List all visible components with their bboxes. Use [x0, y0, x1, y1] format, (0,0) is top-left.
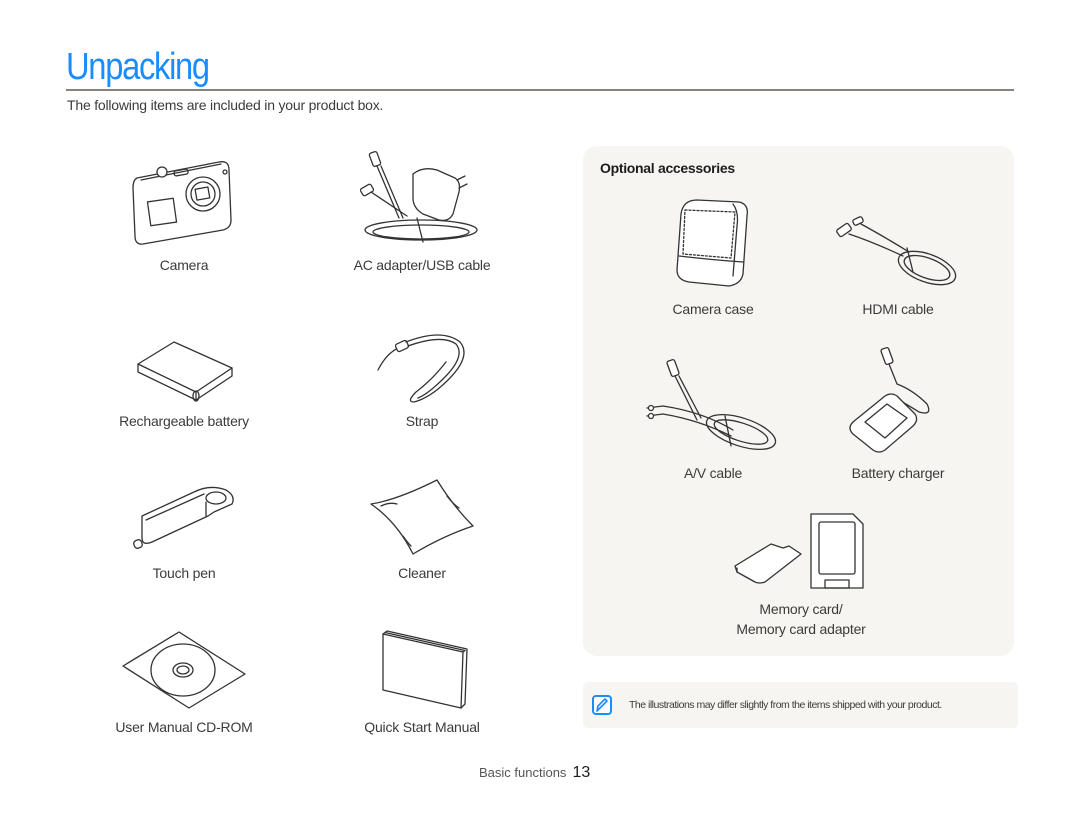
hdmi-cable-icon: [836, 216, 957, 286]
item-label: Touch pen: [152, 565, 216, 581]
manual-booklet-icon: [382, 630, 468, 709]
item-strap: Strap: [322, 294, 522, 430]
note-box: The illustrations may differ slightly fr…: [583, 682, 1018, 728]
item-av-cable: A/V cable: [613, 346, 813, 482]
intro-text: The following items are included in your…: [67, 97, 384, 113]
item-label: Camera case: [672, 301, 754, 317]
note-text: The illustrations may differ slightly fr…: [629, 699, 942, 711]
cd-rom-icon: [122, 631, 246, 709]
item-label: Rechargeable battery: [119, 413, 249, 429]
item-quick-start-manual: Quick Start Manual: [322, 600, 522, 736]
item-camera: Camera: [84, 138, 284, 274]
item-label: A/V cable: [683, 465, 743, 481]
item-label: Battery charger: [851, 465, 945, 481]
battery-charger-icon: [849, 347, 930, 453]
page-footer: Basic functions 13: [479, 764, 590, 782]
item-camera-case: Camera case: [613, 182, 813, 318]
battery-icon: [137, 341, 233, 402]
note-pencil-icon: [592, 695, 612, 715]
item-label-line1: Memory card/: [759, 601, 843, 617]
item-hdmi-cable: HDMI cable: [798, 182, 998, 318]
item-touch-pen: Touch pen: [84, 446, 284, 582]
item-battery-charger: Battery charger: [798, 346, 998, 482]
footer-section: Basic functions: [479, 765, 567, 780]
item-label: AC adapter/USB cable: [353, 257, 491, 273]
strap-icon: [377, 334, 465, 403]
item-memory-card: Memory card/ Memory card adapter: [701, 510, 901, 638]
item-label: User Manual CD-ROM: [115, 719, 253, 735]
touch-pen-icon: [133, 486, 234, 549]
item-label-line2: Memory card adapter: [736, 621, 866, 637]
item-label: Quick Start Manual: [364, 719, 480, 735]
page-number: 13: [572, 764, 591, 781]
optional-accessories-panel: Optional accessories Camera case HDMI ca…: [583, 146, 1014, 656]
item-cleaner: Cleaner: [322, 446, 522, 582]
item-ac-adapter: AC adapter/USB cable: [322, 138, 522, 274]
item-label: Camera: [159, 257, 209, 273]
av-cable-icon: [646, 359, 777, 451]
item-label: Strap: [405, 413, 439, 429]
memory-card-icon: [734, 513, 864, 589]
cleaner-icon: [370, 479, 474, 555]
page-title: Unpacking: [66, 46, 210, 88]
item-label: Cleaner: [398, 565, 446, 581]
camera-case-icon: [676, 199, 748, 287]
item-label: HDMI cable: [862, 301, 934, 317]
optional-accessories-heading: Optional accessories: [600, 160, 735, 176]
camera-icon: [132, 161, 232, 245]
ac-adapter-icon: [359, 150, 478, 243]
item-cd-rom: User Manual CD-ROM: [84, 600, 284, 736]
item-battery: Rechargeable battery: [84, 294, 284, 430]
title-divider: [66, 89, 1014, 91]
